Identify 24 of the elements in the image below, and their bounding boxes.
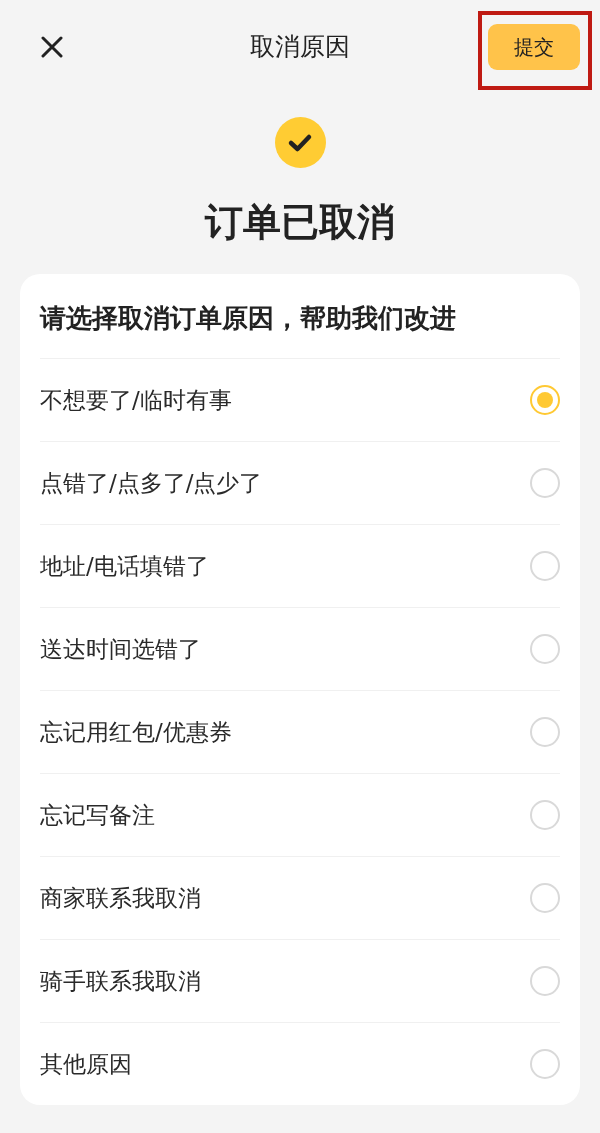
submit-button[interactable]: 提交 xyxy=(488,24,580,70)
reason-option[interactable]: 地址/电话填错了 xyxy=(40,524,560,607)
radio-unselected-icon[interactable] xyxy=(530,717,560,747)
radio-selected-icon[interactable] xyxy=(530,385,560,415)
radio-unselected-icon[interactable] xyxy=(530,1049,560,1079)
reason-option[interactable]: 商家联系我取消 xyxy=(40,856,560,939)
reason-option[interactable]: 骑手联系我取消 xyxy=(40,939,560,1022)
reason-option[interactable]: 不想要了/临时有事 xyxy=(40,358,560,441)
reason-option[interactable]: 送达时间选错了 xyxy=(40,607,560,690)
status-heading: 订单已取消 xyxy=(205,199,395,245)
close-icon[interactable] xyxy=(41,36,63,58)
radio-unselected-icon[interactable] xyxy=(530,468,560,498)
reason-option[interactable]: 点错了/点多了/点少了 xyxy=(40,441,560,524)
radio-unselected-icon[interactable] xyxy=(530,883,560,913)
check-circle-icon xyxy=(274,117,326,168)
card-title: 请选择取消订单原因，帮助我们改进 xyxy=(40,302,457,335)
radio-unselected-icon[interactable] xyxy=(530,966,560,996)
radio-unselected-icon[interactable] xyxy=(530,800,560,830)
reason-option[interactable]: 忘记用红包/优惠券 xyxy=(40,690,560,773)
radio-unselected-icon[interactable] xyxy=(530,634,560,664)
reason-option[interactable]: 忘记写备注 xyxy=(40,773,560,856)
page-title: 取消原因 xyxy=(250,31,350,63)
radio-unselected-icon[interactable] xyxy=(530,551,560,581)
reason-option[interactable]: 其他原因 xyxy=(40,1022,560,1105)
